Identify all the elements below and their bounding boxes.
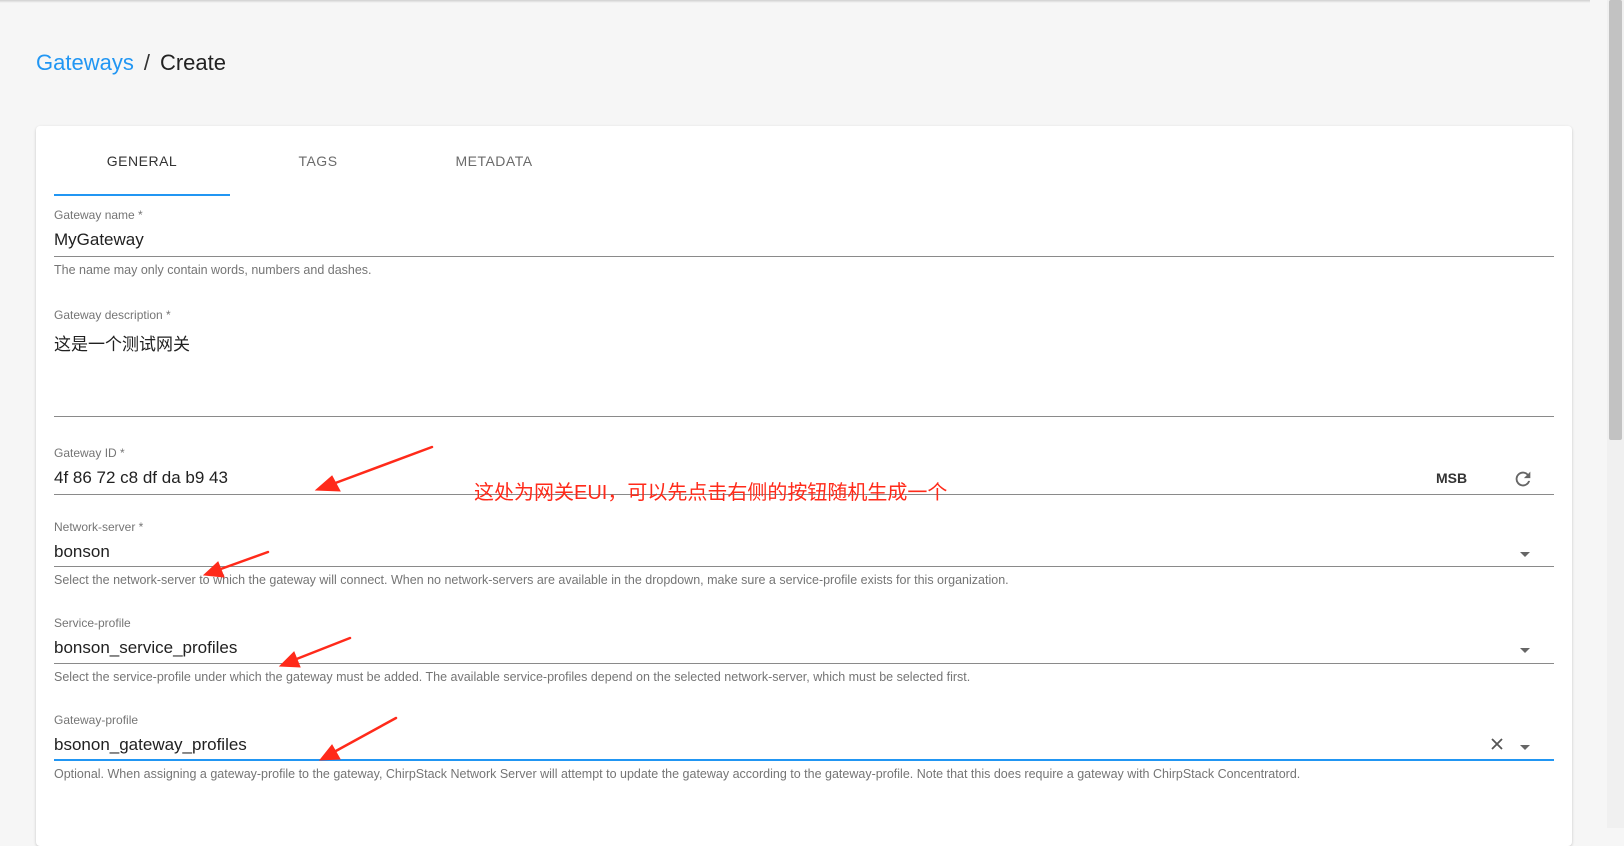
chevron-down-icon[interactable] [1518,642,1532,653]
network-server-label: Network-server * [54,520,144,534]
service-profile-select[interactable]: bonson_service_profiles [54,638,237,658]
gateway-profile-label: Gateway-profile [54,713,139,727]
app-bar-shadow [0,0,1590,3]
gateway-description-underline [54,416,1554,417]
gateway-name-input[interactable]: MyGateway [54,230,144,250]
network-server-field: Network-server * bonson Select the netwo… [54,520,1554,594]
gateway-id-input[interactable]: 4f 86 72 c8 df da b9 43 [54,468,228,488]
network-server-helper: Select the network-server to which the g… [54,573,1009,587]
breadcrumb: Gateways / Create [36,50,226,76]
gateway-name-field: Gateway name * MyGateway The name may on… [54,208,1554,282]
chevron-down-icon[interactable] [1518,546,1532,557]
service-profile-field: Service-profile bonson_service_profiles … [54,616,1554,690]
gateway-name-underline [54,256,1554,257]
service-profile-helper: Select the service-profile under which t… [54,670,971,684]
byte-order-toggle[interactable]: MSB [1436,470,1467,486]
clear-icon[interactable] [1490,737,1504,751]
gateway-description-field: Gateway description * 这是一个测试网关 [54,308,1554,420]
network-server-select[interactable]: bonson [54,542,110,562]
gateway-description-input[interactable]: 这是一个测试网关 [54,330,190,355]
chevron-down-icon[interactable] [1518,739,1532,750]
breadcrumb-separator: / [143,50,150,75]
service-profile-label: Service-profile [54,616,131,630]
gateway-name-label: Gateway name * [54,208,143,222]
gateway-profile-field: Gateway-profile bsonon_gateway_profiles … [54,713,1554,787]
gateway-profile-helper: Optional. When assigning a gateway-profi… [54,767,1301,781]
gateway-profile-select[interactable]: bsonon_gateway_profiles [54,735,247,755]
scrollbar-thumb[interactable] [1609,0,1622,440]
gateway-name-helper: The name may only contain words, numbers… [54,263,372,277]
gateway-description-label: Gateway description * [54,308,171,322]
network-server-underline [54,566,1554,567]
tab-metadata[interactable]: METADATA [406,126,582,196]
tab-general[interactable]: GENERAL [54,126,230,196]
annotation-text: 这处为网关EUI，可以先点击右侧的按钮随机生成一个 [474,482,948,504]
breadcrumb-current: Create [159,50,226,75]
tab-tags[interactable]: TAGS [230,126,406,196]
tab-bar: GENERAL TAGS METADATA [54,126,582,196]
service-profile-underline [54,663,1554,664]
gateway-id-label: Gateway ID * [54,446,125,460]
breadcrumb-gateways-link[interactable]: Gateways [36,50,134,76]
refresh-icon[interactable] [1512,468,1534,490]
gateway-profile-underline [54,759,1554,761]
